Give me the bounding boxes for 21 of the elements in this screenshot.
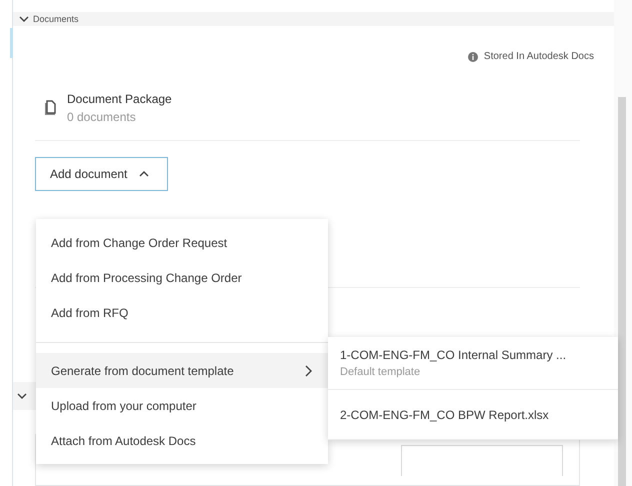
caret-icon — [139, 169, 150, 179]
storage-note: Stored In Autodesk Docs — [484, 51, 594, 62]
section-header[interactable]: Documents — [13, 12, 614, 26]
input-field[interactable] — [401, 445, 563, 476]
document-icon — [43, 100, 57, 116]
menu-item[interactable]: Add from Change Order Request — [36, 225, 328, 260]
document-count: 0 documents — [67, 110, 137, 124]
menu-item[interactable]: Attach from Autodesk Docs — [36, 423, 328, 458]
add-document-button[interactable]: Add document — [35, 157, 168, 191]
package-title: Document Package — [67, 92, 172, 106]
menu-item[interactable]: Add from Processing Change Order — [36, 260, 328, 295]
chevron-right-icon — [304, 364, 312, 376]
scrollbar-thumb[interactable] — [618, 97, 626, 486]
info-icon — [468, 52, 478, 62]
template-item[interactable]: 1-COM-ENG-FM_CO Internal Summary ... Default template — [328, 337, 618, 390]
chevron-down-icon — [17, 391, 27, 401]
menu-item[interactable]: Add from RFQ — [36, 295, 328, 330]
menu-item[interactable]: Upload from your computer — [36, 388, 328, 423]
submenu-item[interactable]: Generate from document template — [36, 353, 328, 388]
template-item[interactable]: 2-COM-ENG-FM_CO BPW Report.xlsx — [328, 390, 618, 440]
chevron-down-icon — [19, 14, 29, 24]
